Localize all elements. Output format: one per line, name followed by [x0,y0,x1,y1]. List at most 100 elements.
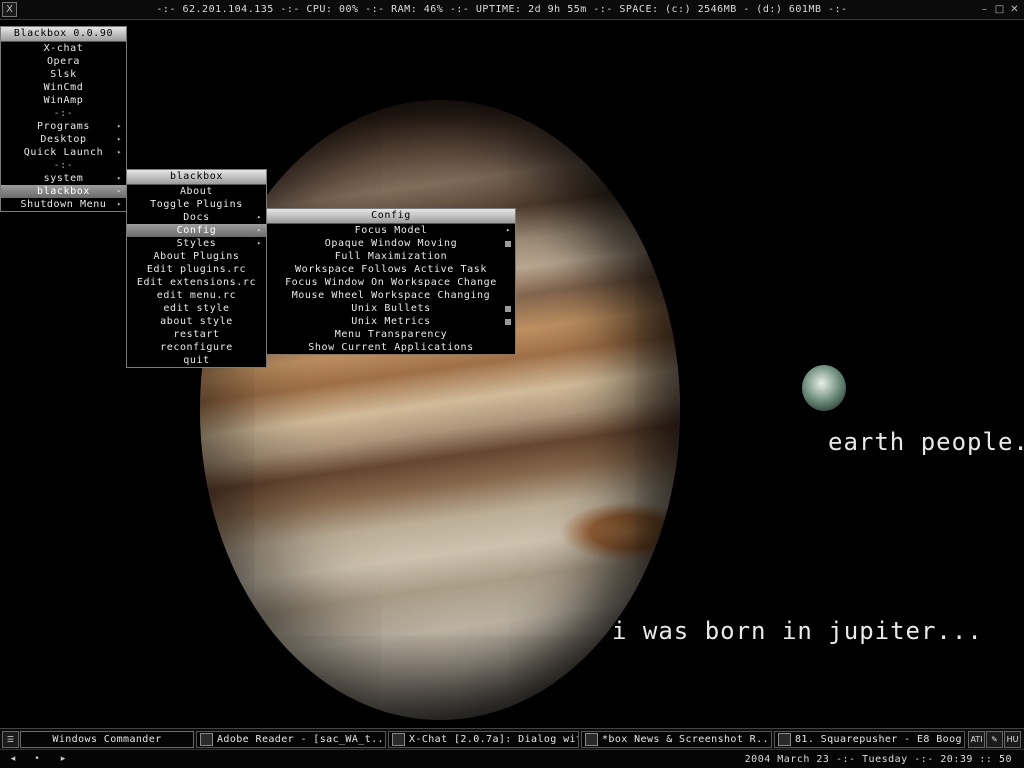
menu-item-programs[interactable]: Programs ▸ [1,120,126,133]
task-winamp[interactable]: 81. Squarepusher - E8 Boog... [774,731,965,748]
window-controls: – □ ✕ [977,2,1022,18]
menu-item-show-current-applications[interactable]: Show Current Applications [267,341,515,354]
menu-item-x-chat[interactable]: X-chat [1,42,126,55]
menu-item-slsk[interactable]: Slsk [1,68,126,81]
menu-item-config[interactable]: Config ▸ [127,224,266,237]
menu-item-toggle-plugins[interactable]: Toggle Plugins [127,198,266,211]
task-xchat[interactable]: X-Chat [2.0.7a]: Dialog with... [388,731,579,748]
menu-item-mouse-wheel-workspace-changing[interactable]: Mouse Wheel Workspace Changing [267,289,515,302]
x-logo-icon[interactable]: X [2,2,17,17]
menu-item-edit-extensions-rc[interactable]: Edit extensions.rc [127,276,266,289]
menu-item-label: -:- [53,160,74,171]
earth-wallpaper-image [802,365,846,411]
checked-bullet-icon [505,319,511,325]
menu-item-focus-model[interactable]: Focus Model ▸ [267,224,515,237]
menu-item-wincmd[interactable]: WinCmd [1,81,126,94]
menu-item-menu-transparency[interactable]: Menu Transparency [267,328,515,341]
menu-item-about-style[interactable]: about style [127,315,266,328]
browser-icon [585,733,598,746]
menu-item-docs[interactable]: Docs ▸ [127,211,266,224]
submenu-arrow-icon: ▸ [117,148,122,156]
menu-item-label: edit menu.rc [156,290,237,301]
xchat-icon [392,733,405,746]
menu-separator: -:- [1,107,126,120]
prev-workspace-icon[interactable]: ◂ [6,750,20,768]
menu-item-edit-menu-rc[interactable]: edit menu.rc [127,289,266,302]
menu-item-label: Slsk [50,69,77,80]
language-tray-icon[interactable]: HU [1004,731,1021,748]
menu-item-label: Menu Transparency [334,329,448,340]
blackbox-menu-title: blackbox [127,170,266,185]
menu-item-shutdown-menu[interactable]: Shutdown Menu ▸ [1,198,126,211]
maximize-icon[interactable]: □ [992,2,1007,17]
submenu-arrow-icon: ▸ [117,135,122,143]
submenu-arrow-icon: ▸ [117,174,122,182]
menu-item-quit[interactable]: quit [127,354,266,367]
ati-tray-icon[interactable]: ATI [968,731,985,748]
menu-item-label: Focus Model [354,225,428,236]
system-status-text: -:- 62.201.104.135 -:- CPU: 00% -:- RAM:… [156,4,848,15]
menu-item-desktop[interactable]: Desktop ▸ [1,133,126,146]
menu-item-system[interactable]: system ▸ [1,172,126,185]
blackbox-menu: blackbox About Toggle Plugins Docs ▸ Config ▸ S… [126,169,267,368]
menu-item-edit-style[interactable]: edit style [127,302,266,315]
menu-item-winamp[interactable]: WinAmp [1,94,126,107]
menu-item-blackbox[interactable]: blackbox ▸ [1,185,126,198]
desktop[interactable]: earth people... i was born in jupiter... [0,20,1024,728]
menu-item-focus-window-on-workspace-change[interactable]: Focus Window On Workspace Change [267,276,515,289]
config-menu: Config Focus Model ▸ Opaque Window Moving Fu… [266,208,516,355]
workspace-dot-icon[interactable]: • [30,750,44,768]
menu-item-about[interactable]: About [127,185,266,198]
menu-item-label: About [179,186,214,197]
task-label: *box News & Screenshot R... [602,734,772,745]
menu-icon[interactable]: ☰ [2,731,19,748]
adobe-reader-icon [200,733,213,746]
menu-item-reconfigure[interactable]: reconfigure [127,341,266,354]
menu-item-label: restart [173,329,220,340]
config-menu-title: Config [267,209,515,224]
menu-item-about-plugins[interactable]: About Plugins [127,250,266,263]
menu-item-unix-metrics[interactable]: Unix Metrics [267,315,515,328]
checked-bullet-icon [505,306,511,312]
menu-item-opera[interactable]: Opera [1,55,126,68]
task-box-news[interactable]: *box News & Screenshot R... [581,731,772,748]
menu-item-restart[interactable]: restart [127,328,266,341]
clock: 2004 March 23 -:- Tuesday -:- 20:39 :: 5… [744,754,1012,765]
menu-item-workspace-follows-active-task[interactable]: Workspace Follows Active Task [267,263,515,276]
menu-item-label: edit style [163,303,230,314]
menu-item-label: Shutdown Menu [20,199,107,210]
jupiter-wallpaper-image [200,100,680,720]
next-workspace-icon[interactable]: ▸ [56,750,70,768]
jupiter-caption: i was born in jupiter... [612,617,983,645]
menu-item-label: Edit extensions.rc [136,277,257,288]
pen-tray-icon[interactable]: ✎ [986,731,1003,748]
menu-item-quick-launch[interactable]: Quick Launch ▸ [1,146,126,159]
menu-item-full-maximization[interactable]: Full Maximization [267,250,515,263]
menu-item-label: Mouse Wheel Workspace Changing [291,290,491,301]
submenu-arrow-icon: ▸ [257,239,262,247]
menu-item-label: Focus Window On Workspace Change [285,277,497,288]
menu-item-label: About Plugins [153,251,240,262]
menu-item-label: Full Maximization [334,251,448,262]
menu-item-label: Toggle Plugins [150,199,243,210]
close-icon[interactable]: ✕ [1007,2,1022,17]
menu-item-edit-plugins-rc[interactable]: Edit plugins.rc [127,263,266,276]
minimize-icon[interactable]: – [977,2,992,17]
task-label: 81. Squarepusher - E8 Boog... [795,734,965,745]
submenu-arrow-icon: ▸ [117,187,122,195]
menu-item-styles[interactable]: Styles ▸ [127,237,266,250]
top-status-bar: X -:- 62.201.104.135 -:- CPU: 00% -:- RA… [0,0,1024,20]
menu-item-opaque-window-moving[interactable]: Opaque Window Moving [267,237,515,250]
menu-item-unix-bullets[interactable]: Unix Bullets [267,302,515,315]
workspace-bar: ◂ • ▸ 2004 March 23 -:- Tuesday -:- 20:3… [0,749,1024,768]
task-adobe-reader[interactable]: Adobe Reader - [sac_WA_t... [196,731,386,748]
menu-item-label: Styles [176,238,217,249]
menu-item-label: quit [183,355,210,366]
menu-item-label: Edit plugins.rc [146,264,247,275]
menu-item-label: Opera [46,56,81,67]
task-label: Adobe Reader - [sac_WA_t... [217,734,386,745]
menu-item-label: about style [160,316,233,327]
menu-item-label: reconfigure [160,342,233,353]
root-menu-title: Blackbox 0.0.90 [1,27,126,42]
task-windows-commander[interactable]: Windows Commander [20,731,194,748]
